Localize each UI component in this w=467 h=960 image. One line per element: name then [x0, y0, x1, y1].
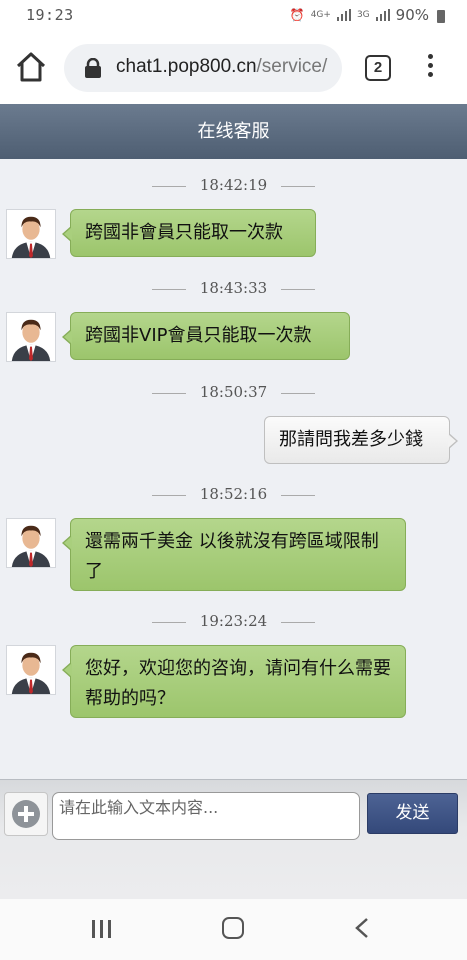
- message-timestamp: 18:50:37: [0, 383, 467, 401]
- agent-message: 跨國非VIP會員只能取一次款: [62, 312, 350, 360]
- status-bar: 19:23 ⏰ 4G+ 3G 90%: [0, 0, 467, 32]
- recent-apps-icon[interactable]: [92, 920, 112, 938]
- tab-switcher-button[interactable]: 2: [365, 55, 391, 81]
- status-icons: ⏰ 4G+ 3G 90%: [290, 6, 445, 24]
- plus-icon: [12, 800, 40, 828]
- address-bar[interactable]: chat1.pop800.cn/service/: [64, 44, 342, 92]
- chat-title: 在线客服: [0, 104, 467, 159]
- agent-message: 您好，欢迎您的咨询，请问有什么需要帮助的吗？: [62, 645, 406, 718]
- lock-icon: [85, 58, 101, 78]
- home-icon[interactable]: [14, 50, 48, 84]
- network-type-2: 3G: [356, 9, 370, 20]
- url-domain: chat1.pop800.cn: [116, 56, 257, 77]
- browser-toolbar: chat1.pop800.cn/service/ 2: [0, 32, 467, 104]
- agent-avatar: [6, 209, 56, 259]
- agent-avatar-icon: [11, 319, 51, 361]
- agent-avatar: [6, 312, 56, 362]
- home-nav-icon[interactable]: [222, 917, 244, 939]
- message-timestamp: 18:42:19: [0, 176, 467, 194]
- message-timestamp: 18:52:16: [0, 485, 467, 503]
- message-input[interactable]: [52, 792, 360, 840]
- chat-messages[interactable]: 18:42:19 跨國非會員只能取一次款 18:43:33 跨國非VIP會員只能…: [0, 159, 467, 779]
- url-text: chat1.pop800.cn/service/: [116, 56, 327, 78]
- user-message: 那請問我差多少錢: [264, 416, 458, 464]
- signal-icon-2: [375, 9, 390, 21]
- agent-avatar-icon: [11, 652, 51, 694]
- agent-avatar-icon: [11, 525, 51, 567]
- add-attachment-button[interactable]: [4, 792, 48, 836]
- url-path: /service/: [256, 56, 328, 77]
- more-menu-icon[interactable]: [424, 54, 436, 84]
- status-time: 19:23: [26, 6, 74, 24]
- agent-message: 還需兩千美金 以後就沒有跨區域限制了: [62, 518, 406, 591]
- message-timestamp: 18:43:33: [0, 279, 467, 297]
- agent-avatar: [6, 645, 56, 695]
- back-icon[interactable]: [352, 916, 372, 940]
- alarm-icon: ⏰: [289, 8, 305, 22]
- send-button[interactable]: 发送: [367, 793, 458, 834]
- battery-icon: [437, 9, 445, 23]
- signal-icon: [336, 9, 351, 21]
- agent-avatar: [6, 518, 56, 568]
- agent-message: 跨國非會員只能取一次款: [62, 209, 316, 257]
- battery-level: 90%: [395, 6, 429, 24]
- message-timestamp: 19:23:24: [0, 612, 467, 630]
- agent-avatar-icon: [11, 216, 51, 258]
- system-nav-bar: [0, 899, 467, 960]
- message-composer: 发送: [0, 779, 467, 899]
- network-type-1: 4G+: [310, 9, 331, 20]
